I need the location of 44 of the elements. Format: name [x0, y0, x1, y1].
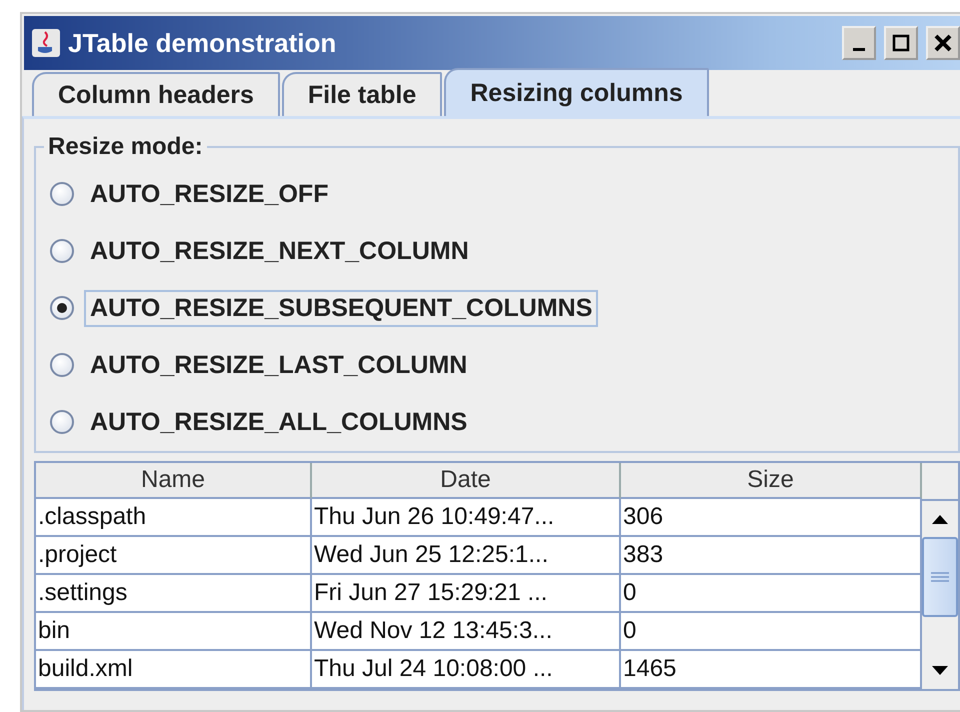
window-title: JTable demonstration: [68, 28, 338, 58]
table-cell: build.xml: [36, 651, 312, 689]
radio-button[interactable]: [50, 296, 74, 320]
table-cell: Fri Jun 27 15:29:21 ...: [312, 575, 621, 613]
radio-button[interactable]: [50, 182, 74, 206]
column-header[interactable]: Name: [36, 463, 312, 499]
column-header[interactable]: Date: [312, 463, 621, 499]
table-cell: Wed Nov 12 13:45:3...: [312, 613, 621, 651]
table-cell: 1465: [621, 651, 922, 689]
table-cell: 0: [621, 613, 922, 651]
radio-label[interactable]: AUTO_RESIZE_LAST_COLUMN: [84, 346, 474, 384]
table-cell: 306: [621, 499, 922, 537]
column-header[interactable]: Size: [621, 463, 922, 499]
grip-icon: [931, 572, 949, 582]
group-title: Resize mode:: [47, 133, 204, 161]
radio-button[interactable]: [50, 239, 74, 263]
radio-button[interactable]: [50, 410, 74, 434]
table-cell: .classpath: [36, 499, 312, 537]
tab[interactable]: Column headers: [32, 72, 280, 116]
table-cell: Wed Jun 25 12:25:1...: [312, 537, 621, 575]
up-arrow-icon: [932, 514, 948, 524]
radio-label[interactable]: AUTO_RESIZE_NEXT_COLUMN: [84, 232, 475, 270]
maximize-icon: [892, 34, 910, 52]
table-cell: 0: [621, 575, 922, 613]
tab[interactable]: Resizing columns: [444, 68, 709, 116]
minimize-icon: [853, 48, 865, 50]
radio-button[interactable]: [50, 353, 74, 377]
table-cell: Thu Jun 26 10:49:47...: [312, 499, 621, 537]
scroll-thumb[interactable]: [922, 537, 958, 617]
close-button[interactable]: [926, 26, 960, 60]
table-cell: bin: [36, 613, 312, 651]
tab[interactable]: File table: [282, 72, 442, 116]
table-cell: 383: [621, 537, 922, 575]
table-cell: Thu Jul 24 10:08:00 ...: [312, 651, 621, 689]
radio-label[interactable]: AUTO_RESIZE_ALL_COLUMNS: [84, 404, 474, 440]
cup-icon: [32, 29, 60, 57]
down-arrow-icon: [932, 666, 948, 676]
table-cell: .settings: [36, 575, 312, 613]
minimize-button[interactable]: [842, 26, 876, 60]
table-cell: .project: [36, 537, 312, 575]
close-icon: [934, 34, 952, 52]
radio-label[interactable]: AUTO_RESIZE_OFF: [84, 176, 334, 212]
maximize-button[interactable]: [884, 26, 918, 60]
radio-label[interactable]: AUTO_RESIZE_SUBSEQUENT_COLUMNS: [84, 290, 598, 326]
